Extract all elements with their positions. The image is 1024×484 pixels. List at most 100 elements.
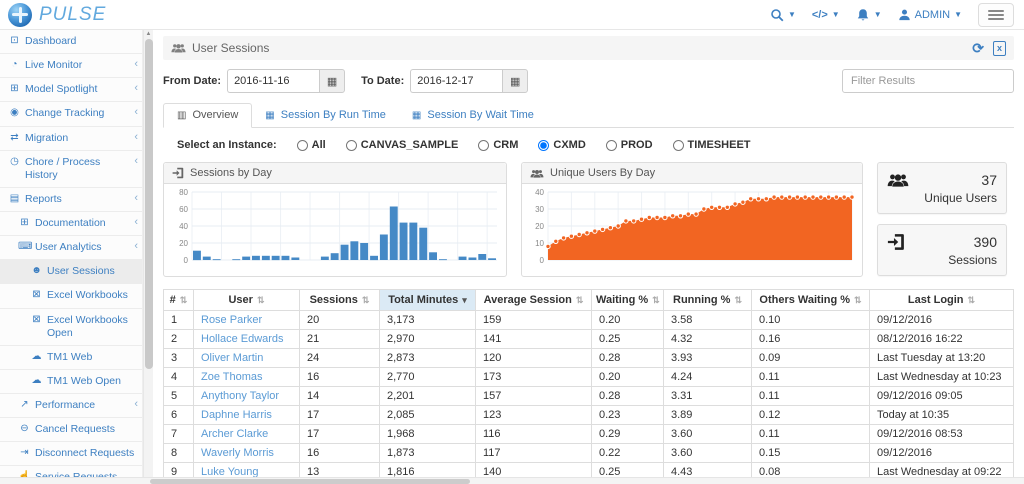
sidebar-item-migration[interactable]: ⇄Migration‹ <box>0 127 142 151</box>
table-cell: 3.89 <box>664 406 752 425</box>
instance-radio-cxmd[interactable]: CXMD <box>538 139 585 151</box>
scroll-up-icon[interactable]: ▲ <box>146 30 152 38</box>
sessions-by-day-title: Sessions by Day <box>190 167 272 179</box>
column-header-waiting[interactable]: Waiting %⇅ <box>592 290 664 311</box>
sidebar-item-label: TM1 Web <box>47 351 138 364</box>
horizontal-scrollbar[interactable] <box>0 477 1024 484</box>
user-cell: Anythony Taylor <box>194 387 300 406</box>
notifications-menu[interactable]: ▼ <box>856 8 882 22</box>
sidebar-item-excel-workbooks-open[interactable]: ⊠Excel Workbooks Open <box>0 309 142 346</box>
sidebar-item-label: Excel Workbooks <box>47 289 138 302</box>
sidebar-item-disconnect-requests[interactable]: ⇥Disconnect Requests <box>0 442 142 466</box>
table-cell: 3.93 <box>664 349 752 368</box>
sidebar-item-cancel-requests[interactable]: ⊖Cancel Requests <box>0 418 142 442</box>
instance-label: Select an Instance: <box>177 139 277 151</box>
table-cell: 0.15 <box>752 444 870 463</box>
user-link[interactable]: Anythony Taylor <box>201 390 279 402</box>
search-menu[interactable]: ▼ <box>770 8 796 22</box>
signin-icon <box>172 167 184 179</box>
sidebar-item-tm1-web-open[interactable]: ☁TM1 Web Open <box>0 370 142 394</box>
tab-session-by-run-time[interactable]: ▦ Session By Run Time <box>252 103 399 128</box>
sidebar-item-performance[interactable]: ↗Performance‹ <box>0 394 142 418</box>
instance-radio-crm[interactable]: CRM <box>478 139 518 151</box>
instance-radio-all[interactable]: All <box>297 139 326 151</box>
user-link[interactable]: Zoe Thomas <box>201 371 263 383</box>
export-excel-button[interactable]: x <box>993 41 1006 56</box>
pulse-logo-icon <box>8 3 32 27</box>
column-header-user[interactable]: User⇅ <box>194 290 300 311</box>
row-index: 1 <box>164 311 194 330</box>
sidebar-item-chore-process-history[interactable]: ◷Chore / Process History‹ <box>0 151 142 188</box>
chevron-left-icon: ‹ <box>134 107 138 118</box>
column-header-average-session[interactable]: Average Session⇅ <box>476 290 592 311</box>
sidebar: ⊡Dashboard◔Live Monitor‹⊞Model Spotlight… <box>0 30 143 484</box>
instance-radio-timesheet[interactable]: TIMESHEET <box>673 139 751 151</box>
column-header-sessions[interactable]: Sessions⇅ <box>300 290 380 311</box>
to-date-calendar-button[interactable]: ▦ <box>502 69 528 93</box>
exchange-icon: ⇄ <box>8 132 21 145</box>
users-icon <box>887 171 909 189</box>
column-header-total-minutes[interactable]: Total Minutes▾ <box>380 290 476 311</box>
table-cell: 0.16 <box>752 330 870 349</box>
sidebar-item-model-spotlight[interactable]: ⊞Model Spotlight‹ <box>0 78 142 102</box>
row-index: 5 <box>164 387 194 406</box>
table-cell: 117 <box>476 444 592 463</box>
tab-bar: ▥ Overview ▦ Session By Run Time ▦ Sessi… <box>163 103 1014 128</box>
sidebar-item-user-analytics[interactable]: ⌨User Analytics‹ <box>0 236 142 260</box>
admin-menu[interactable]: ADMIN ▼ <box>898 8 962 21</box>
unique-users-title: Unique Users By Day <box>550 167 655 179</box>
overview-icon: ▥ <box>177 110 186 121</box>
sidebar-item-reports[interactable]: ▤Reports‹ <box>0 188 142 212</box>
sidebar-item-label: Migration <box>25 132 130 145</box>
from-date-input[interactable] <box>227 69 319 93</box>
sidebar-item-live-monitor[interactable]: ◔Live Monitor‹ <box>0 54 142 78</box>
from-date-calendar-button[interactable]: ▦ <box>319 69 345 93</box>
table-cell: 14 <box>300 387 380 406</box>
code-menu[interactable]: </> ▼ <box>812 9 840 21</box>
column-header-[interactable]: #⇅ <box>164 290 194 311</box>
chevron-left-icon: ‹ <box>134 193 138 204</box>
svg-text:40: 40 <box>179 222 188 231</box>
sidebar-item-excel-workbooks[interactable]: ⊠Excel Workbooks <box>0 284 142 308</box>
svg-text:20: 20 <box>535 222 544 231</box>
brand-logo[interactable]: PULSE <box>8 3 106 27</box>
column-header-running[interactable]: Running %⇅ <box>664 290 752 311</box>
column-header-last-login[interactable]: Last Login⇅ <box>870 290 1014 311</box>
hscrollbar-thumb[interactable] <box>150 479 470 484</box>
sidebar-item-tm1-web[interactable]: ☁TM1 Web <box>0 346 142 370</box>
hamburger-menu-button[interactable] <box>978 3 1014 27</box>
filter-results-input[interactable] <box>842 69 1014 93</box>
table-cell: 3,173 <box>380 311 476 330</box>
user-link[interactable]: Hollace Edwards <box>201 333 284 345</box>
table-cell: 09/12/2016 08:53 <box>870 425 1014 444</box>
sidebar-item-user-sessions[interactable]: ☻User Sessions <box>0 260 142 284</box>
scrollbar-thumb[interactable] <box>145 39 153 369</box>
column-header-others-waiting[interactable]: Others Waiting %⇅ <box>752 290 870 311</box>
user-link[interactable]: Rose Parker <box>201 314 262 326</box>
user-cell: Archer Clarke <box>194 425 300 444</box>
sidebar-item-change-tracking[interactable]: ◉Change Tracking‹ <box>0 102 142 126</box>
instance-radio-canvas-sample[interactable]: CANVAS_SAMPLE <box>346 139 459 151</box>
refresh-button[interactable]: ⟳ <box>972 40 984 57</box>
user-link[interactable]: Archer Clarke <box>201 428 268 440</box>
user-link[interactable]: Waverly Morris <box>201 447 274 459</box>
to-date-input[interactable] <box>410 69 502 93</box>
sessions-label: Sessions <box>905 252 997 269</box>
tab-overview[interactable]: ▥ Overview <box>163 103 252 128</box>
sort-icon: ⇅ <box>734 295 742 305</box>
table-cell: 09/12/2016 <box>870 311 1014 330</box>
tab-session-by-wait-time[interactable]: ▦ Session By Wait Time <box>399 103 547 128</box>
user-link[interactable]: Oliver Martin <box>201 352 263 364</box>
sidebar-item-documentation[interactable]: ⊞Documentation‹ <box>0 212 142 236</box>
instance-radio-prod[interactable]: PROD <box>606 139 653 151</box>
sidebar-item-label: Dashboard <box>25 35 138 48</box>
user-link[interactable]: Daphne Harris <box>201 409 272 421</box>
svg-text:10: 10 <box>535 239 544 248</box>
svg-text:0: 0 <box>184 256 189 265</box>
sidebar-item-dashboard[interactable]: ⊡Dashboard <box>0 30 142 54</box>
user-cell: Rose Parker <box>194 311 300 330</box>
sidebar-scrollbar[interactable]: ▲ ▼ <box>143 30 153 484</box>
chevron-left-icon: ‹ <box>134 156 138 167</box>
table-cell: 116 <box>476 425 592 444</box>
table-cell: 0.09 <box>752 349 870 368</box>
